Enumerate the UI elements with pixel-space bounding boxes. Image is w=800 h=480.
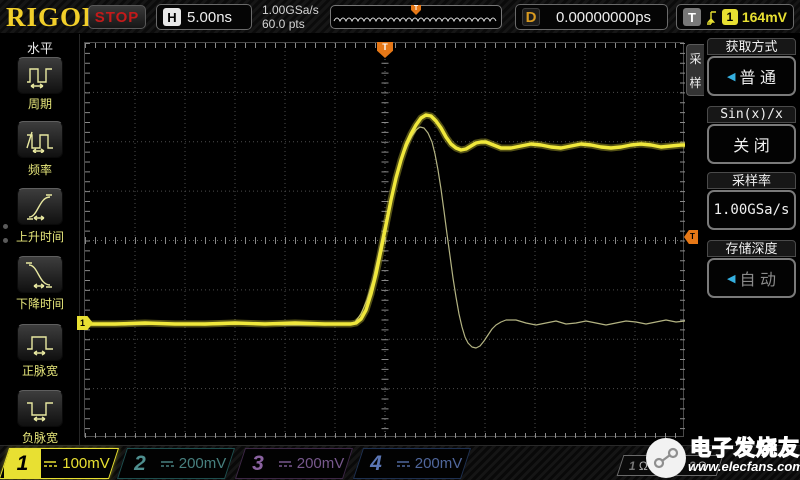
sidebar-title: 水平 — [0, 38, 80, 57]
measure-button-period[interactable] — [17, 57, 63, 94]
impedance-ch-number: 1 — [629, 459, 636, 473]
menu-item-memory-depth[interactable]: 存储深度 ◀ 自 动 — [707, 240, 796, 298]
channel-4-scale-value: 200mV — [415, 455, 463, 472]
rising-edge-icon — [705, 9, 718, 26]
waveform-traces — [85, 43, 685, 438]
menu-header-acquire-mode: 获取方式 — [707, 38, 796, 55]
trigger-source-badge: 1 — [722, 9, 738, 25]
horizontal-timebase-box[interactable]: H 5.00ns — [156, 4, 252, 30]
menu-item-sinx[interactable]: Sin(x)/x 关 闭 — [707, 106, 796, 164]
t-key-badge: T — [683, 8, 701, 26]
dc-coupling-icon — [278, 459, 292, 469]
ohm-symbol: Ω — [639, 459, 648, 473]
measure-label-rise-time: 上升时间 — [0, 228, 80, 245]
channel-4-number: 4 — [359, 449, 393, 478]
waveform-display-area — [84, 42, 684, 437]
trigger-level-value: 164mV — [742, 9, 787, 25]
fall-time-icon — [24, 261, 56, 289]
measure-label-period: 周期 — [0, 95, 80, 112]
menu-value-acquire-mode[interactable]: ◀ 普 通 — [707, 56, 796, 96]
memory-points-value: 60.0 pts — [262, 17, 319, 31]
dc-coupling-icon — [160, 459, 174, 469]
oscilloscope-screen: RIGOL STOP H 5.00ns 1.00GSa/s 60.0 pts T… — [0, 0, 800, 480]
measure-label-neg-pulse-width: 负脉宽 — [0, 429, 80, 446]
channel-2-number: 2 — [123, 449, 157, 478]
channel-2-scale: 200mV — [157, 449, 229, 478]
measure-label-fall-time: 下降时间 — [0, 295, 80, 312]
period-icon — [24, 63, 56, 89]
memory-depth-value: 自 动 — [740, 266, 776, 290]
rise-time-icon — [24, 193, 56, 221]
ohm-symbol: Ω — [698, 459, 707, 473]
channel-3-scale: 200mV — [275, 449, 347, 478]
pos-pulse-width-icon — [24, 330, 56, 356]
menu-value-sample-rate: 1.00GSa/s — [707, 190, 796, 230]
dc-coupling-icon — [396, 459, 410, 469]
sinx-value: 关 闭 — [733, 132, 769, 156]
top-status-bar: RIGOL STOP H 5.00ns 1.00GSa/s 60.0 pts T… — [0, 0, 800, 34]
measure-button-rise-time[interactable] — [17, 188, 63, 225]
delay-readout-box[interactable]: D 0.00000000ps — [515, 4, 668, 30]
measure-button-neg-pulse-width[interactable] — [17, 390, 63, 427]
channel-3-scale-value: 200mV — [297, 455, 345, 472]
rigol-logo: RIGOL — [6, 2, 101, 33]
bezel-dot — [3, 238, 8, 243]
ch1-impedance-badge: 1 Ω ∿ — [617, 455, 674, 476]
channel-2-status[interactable]: 2 200mV — [117, 448, 235, 479]
ch2-impedance-badge: 2 Ω — [673, 455, 724, 476]
measure-button-pos-pulse-width[interactable] — [17, 324, 63, 361]
sine-wave-icon: ∿ — [651, 459, 661, 473]
delay-value: 0.00000000ps — [546, 9, 661, 26]
impedance-ch-number: 2 — [689, 459, 696, 473]
menu-header-sample-rate: 采样率 — [707, 172, 796, 189]
channel-1-number: 1 — [4, 448, 41, 479]
selected-arrow-icon: ◀ — [727, 272, 735, 285]
menu-header-sinx: Sin(x)/x — [707, 106, 796, 123]
menu-value-memory-depth[interactable]: ◀ 自 动 — [707, 258, 796, 298]
trigger-readout-box[interactable]: T 1 164mV — [676, 4, 794, 30]
neg-pulse-width-icon — [24, 396, 56, 422]
sample-rate-value: 1.00GSa/s — [262, 3, 319, 17]
sample-rate-menu-value: 1.00GSa/s — [714, 202, 790, 218]
menu-item-acquire-mode[interactable]: 获取方式 ◀ 普 通 — [707, 38, 796, 96]
menu-header-memory-depth: 存储深度 — [707, 240, 796, 257]
h-key-badge: H — [163, 8, 181, 26]
d-key-badge: D — [522, 8, 540, 26]
menu-value-sinx[interactable]: 关 闭 — [707, 124, 796, 164]
bezel-dot — [3, 224, 8, 229]
sample-rate-readout: 1.00GSa/s 60.0 pts — [262, 3, 319, 31]
trigger-level-marker[interactable]: T — [684, 230, 698, 244]
frequency-icon — [24, 127, 56, 153]
waveform-memory-preview[interactable]: T — [330, 5, 502, 29]
menu-tab-sampling: 采样 — [686, 44, 704, 96]
channel-1-scale: 100mV — [40, 449, 113, 478]
channel-3-number: 3 — [241, 449, 275, 478]
channel-status-bar: 1 100mV 2 200mV 3 200m — [0, 445, 800, 480]
channel-4-status[interactable]: 4 200mV — [353, 448, 471, 479]
menu-item-sample-rate[interactable]: 采样率 1.00GSa/s — [707, 172, 796, 230]
selected-arrow-icon: ◀ — [727, 70, 735, 83]
channel-1-status[interactable]: 1 100mV — [0, 448, 119, 479]
channel-2-scale-value: 200mV — [179, 455, 227, 472]
acquire-mode-value: 普 通 — [740, 64, 776, 88]
measure-button-frequency[interactable] — [17, 121, 63, 158]
channel-4-scale: 200mV — [393, 449, 465, 478]
measure-label-pos-pulse-width: 正脉宽 — [0, 362, 80, 379]
channel-1-scale-value: 100mV — [62, 455, 110, 472]
horizontal-measure-sidebar: 水平 周期 频率 上升时间 — [0, 34, 80, 446]
dc-coupling-icon — [43, 459, 57, 469]
timebase-value: 5.00ns — [187, 9, 232, 26]
channel-3-status[interactable]: 3 200mV — [235, 448, 353, 479]
run-stop-status[interactable]: STOP — [88, 5, 146, 29]
measure-label-frequency: 频率 — [0, 161, 80, 178]
measure-button-fall-time[interactable] — [17, 256, 63, 293]
